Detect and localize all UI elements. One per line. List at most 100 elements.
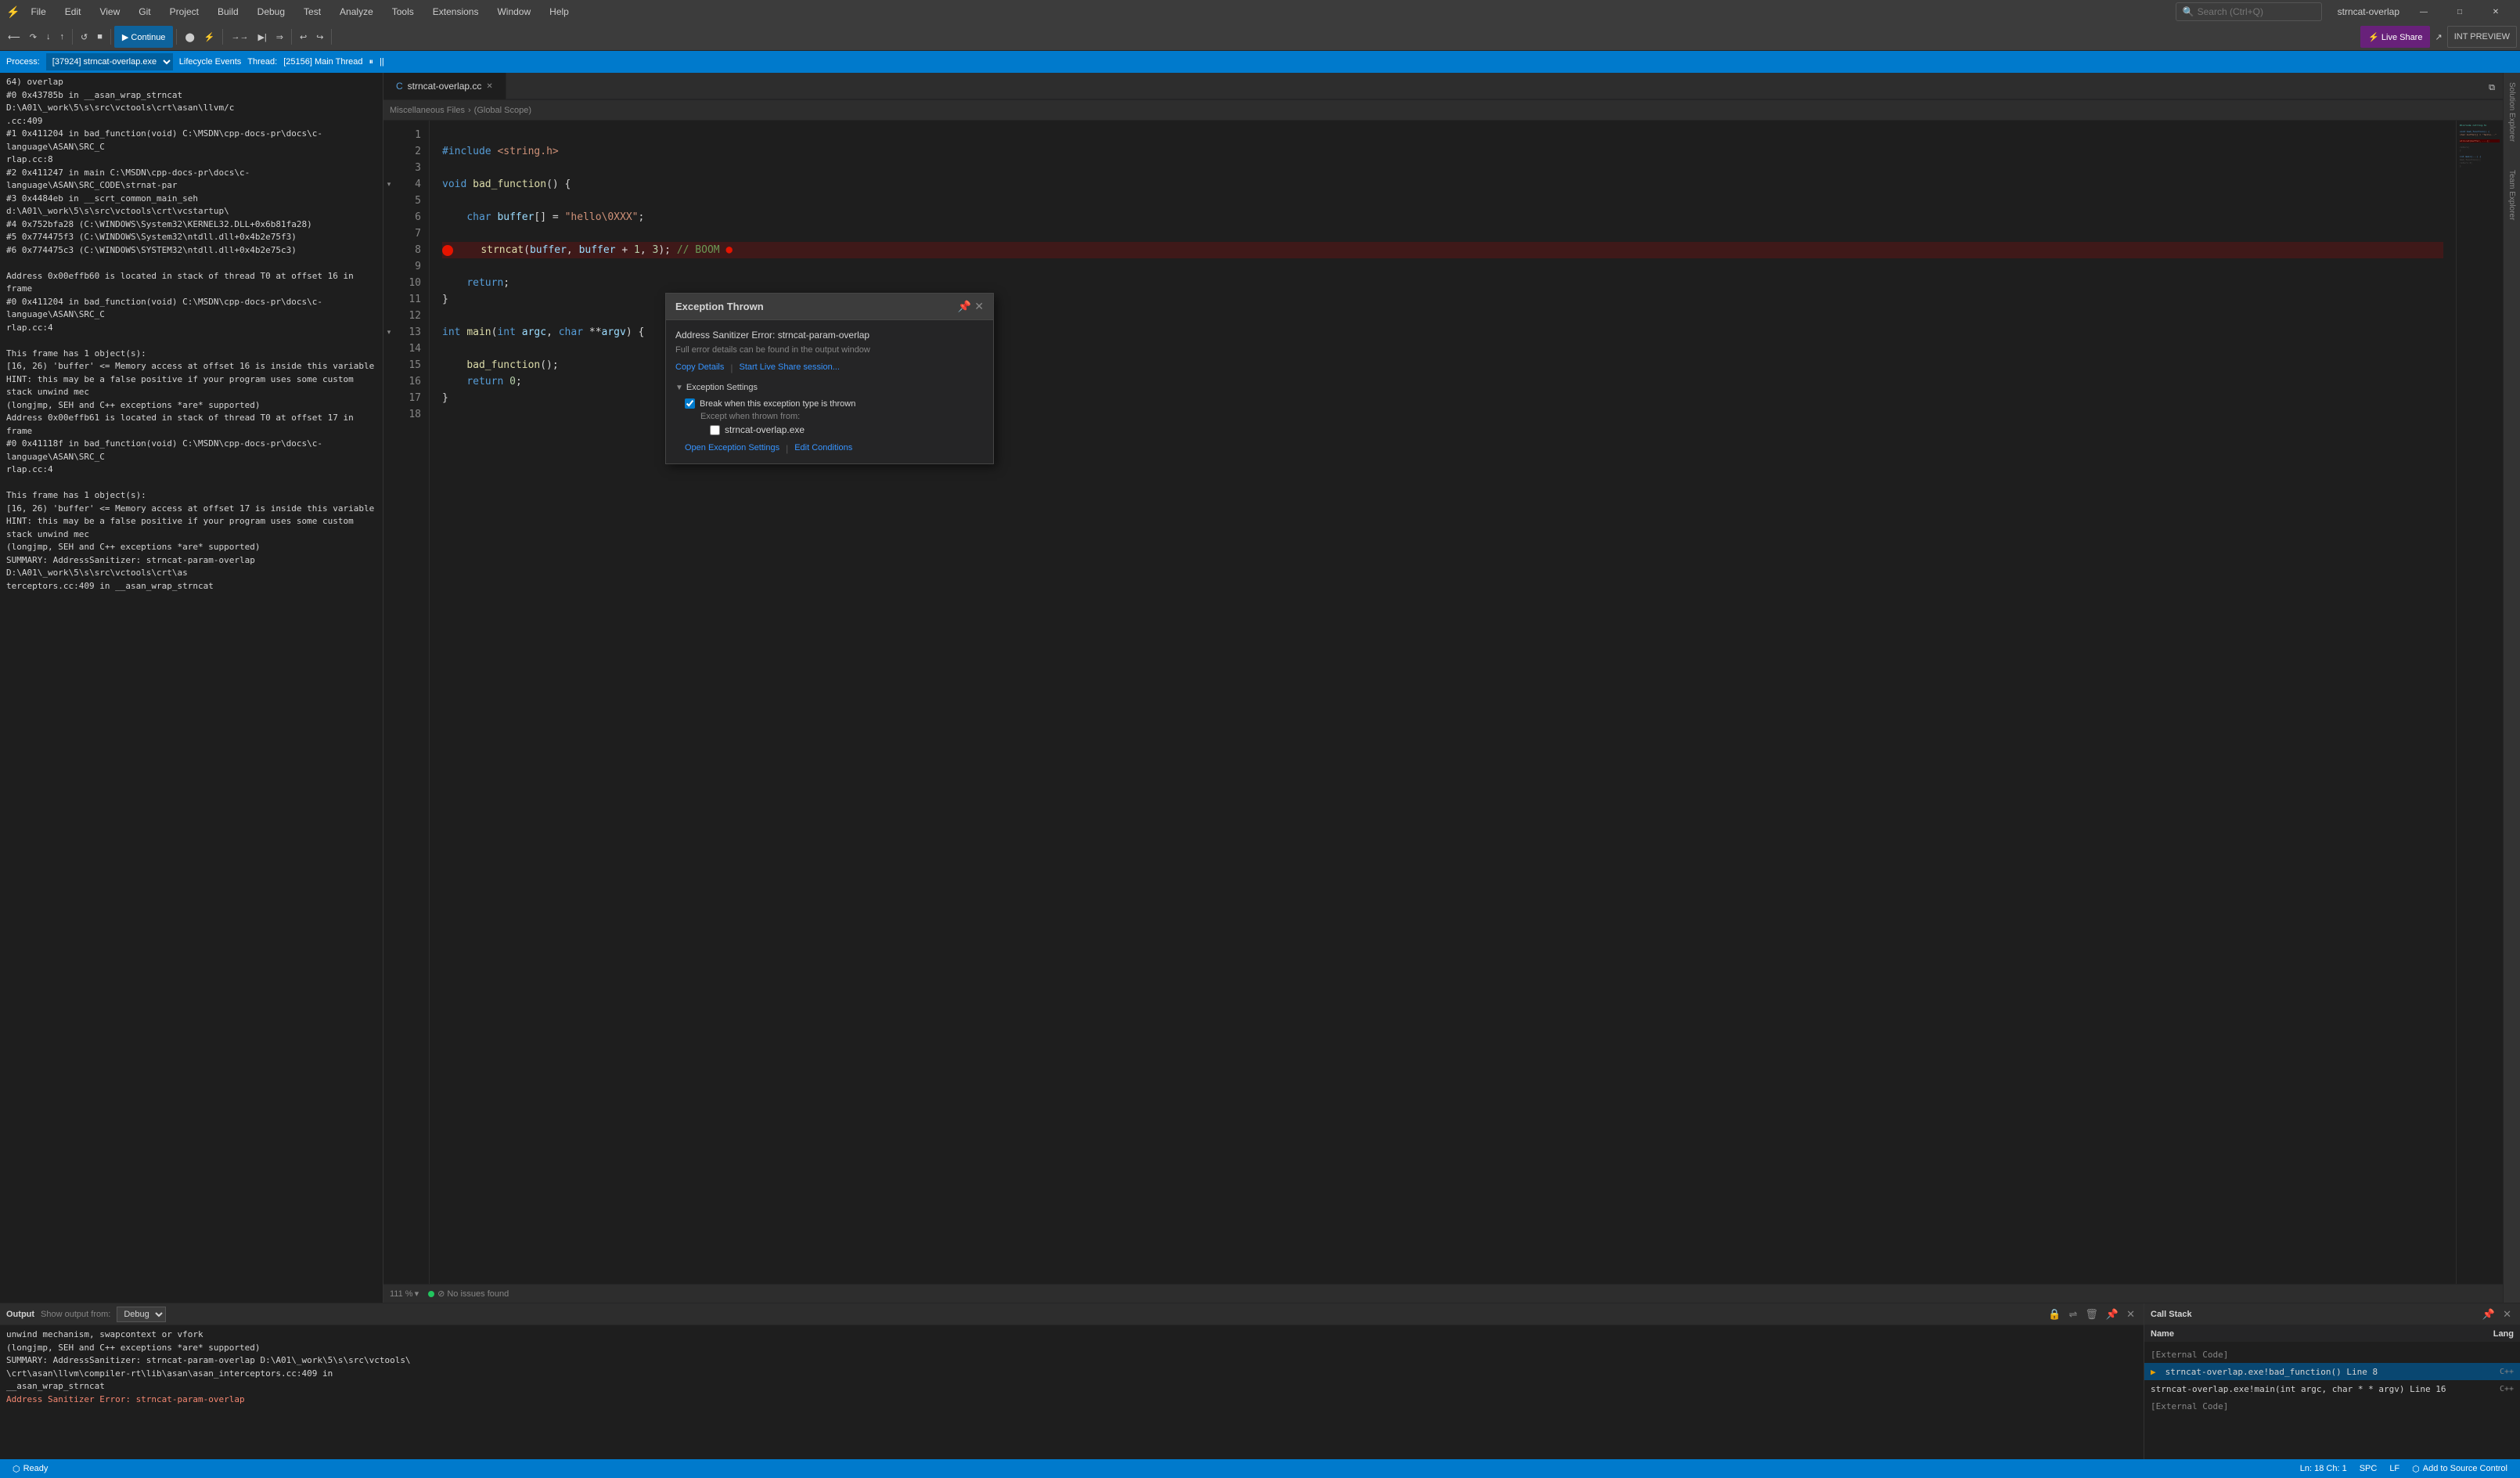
breakpoints-button[interactable]: ⬤: [180, 26, 199, 48]
output-panel-actions[interactable]: 🔒 ⇌ 🗑 📌 ✕: [2046, 1308, 2137, 1321]
callstack-content[interactable]: [External Code] ▶ strncat-overlap.exe!ba…: [2144, 1343, 2520, 1459]
callstack-pin-button[interactable]: 📌: [2480, 1308, 2497, 1321]
search-input[interactable]: [2198, 6, 2315, 17]
split-editor-button[interactable]: ⧉: [2484, 77, 2500, 99]
step-back-button[interactable]: ⟵: [3, 26, 25, 48]
console-line: [6, 334, 376, 348]
callstack-item-bad-function[interactable]: ▶ strncat-overlap.exe!bad_function() Lin…: [2144, 1363, 2520, 1380]
callstack-panel-actions[interactable]: 📌 ✕: [2480, 1308, 2514, 1321]
menu-project[interactable]: Project: [167, 5, 202, 19]
exception-dialog: Exception Thrown 📌 ✕ Address Sanitizer E…: [665, 293, 994, 464]
pin-icon[interactable]: 📌: [958, 300, 971, 313]
step-into-button[interactable]: ↓: [41, 26, 56, 48]
output-close-button[interactable]: ✕: [2124, 1308, 2137, 1321]
code-line-6: char buffer[] = "hello\0XXX";: [442, 209, 2443, 225]
lifecycle-label[interactable]: Lifecycle Events: [179, 57, 241, 67]
exceptions-button[interactable]: ⚡: [200, 26, 220, 48]
live-share-button[interactable]: ⚡ Live Share: [2360, 26, 2430, 48]
step-out-button[interactable]: ↑: [56, 26, 70, 48]
process-select[interactable]: [37924] strncat-overlap.exe: [46, 53, 173, 70]
fold-13[interactable]: ▾: [383, 324, 394, 341]
menu-test[interactable]: Test: [301, 5, 324, 19]
exe-exception-checkbox[interactable]: [710, 425, 720, 435]
open-exception-settings-link[interactable]: Open Exception Settings: [685, 443, 779, 454]
solution-explorer-icon[interactable]: Solution Explorer: [2507, 76, 2516, 148]
menu-view[interactable]: View: [96, 5, 123, 19]
menu-extensions[interactable]: Extensions: [430, 5, 482, 19]
debug-console-panel: 64) overlap #0 0x43785b in __asan_wrap_s…: [0, 73, 383, 1303]
minimap[interactable]: #include <string.h> void bad_function() …: [2456, 121, 2503, 1284]
minimize-button[interactable]: —: [2406, 0, 2442, 23]
status-line-col[interactable]: Ln: 18 Ch: 1: [2294, 1464, 2353, 1473]
close-exception-icon[interactable]: ✕: [974, 300, 984, 313]
status-source-control[interactable]: ⬡ Add to Source Control: [2406, 1464, 2514, 1474]
collapse-icon[interactable]: ▼: [675, 384, 683, 392]
menu-git[interactable]: Git: [135, 5, 153, 19]
status-ready[interactable]: ⬡ Ready: [6, 1459, 54, 1478]
maximize-button[interactable]: □: [2442, 0, 2478, 23]
continue-button[interactable]: ▶ Continue: [114, 26, 174, 48]
separator-2: [110, 29, 111, 45]
break-on-exception-setting[interactable]: Break when this exception type is thrown: [685, 398, 984, 409]
code-line-4: void bad_function() {: [442, 176, 2443, 193]
debug-console-content[interactable]: 64) overlap #0 0x43785b in __asan_wrap_s…: [0, 73, 383, 1303]
callstack-item-external-2[interactable]: [External Code]: [2144, 1397, 2520, 1415]
zoom-level[interactable]: 111 %: [390, 1289, 413, 1299]
debug-arrows-button[interactable]: →→: [226, 26, 253, 48]
redo-button[interactable]: ↪: [311, 26, 328, 48]
output-pin-button[interactable]: 📌: [2104, 1308, 2121, 1321]
stop-button[interactable]: ■: [92, 26, 107, 48]
output-source-select[interactable]: Debug: [117, 1307, 166, 1322]
output-clear-button[interactable]: 🗑: [2083, 1308, 2101, 1321]
exception-footer-links[interactable]: Open Exception Settings | Edit Condition…: [685, 443, 984, 454]
menu-tools[interactable]: Tools: [389, 5, 417, 19]
callstack-item-lang: C++: [2486, 1368, 2514, 1376]
restart-button[interactable]: ↺: [76, 26, 92, 48]
callstack-close-button[interactable]: ✕: [2500, 1308, 2514, 1321]
feedback-button[interactable]: ↗: [2430, 26, 2446, 48]
menu-edit[interactable]: Edit: [62, 5, 85, 19]
start-live-share-link[interactable]: Start Live Share session...: [739, 362, 839, 373]
console-line: #0 0x43785b in __asan_wrap_strncat D:\A0…: [6, 89, 376, 115]
menu-bar[interactable]: File Edit View Git Project Build Debug T…: [27, 5, 571, 19]
tab-close-icon[interactable]: ✕: [486, 82, 492, 91]
exception-title: Exception Thrown: [675, 301, 764, 312]
set-next-stmt-button[interactable]: ⇒: [272, 26, 288, 48]
int-preview-button[interactable]: INT PREVIEW: [2447, 26, 2517, 48]
code-area[interactable]: ▾ ▾ 12345 678910 1112131415: [383, 121, 2503, 1284]
callstack-item-main[interactable]: strncat-overlap.exe!main(int argc, char …: [2144, 1380, 2520, 1397]
menu-build[interactable]: Build: [214, 5, 242, 19]
copy-details-link[interactable]: Copy Details: [675, 362, 724, 373]
break-on-exception-checkbox[interactable]: [685, 398, 695, 409]
window-controls[interactable]: — □ ✕: [2406, 0, 2514, 23]
menu-window[interactable]: Window: [494, 5, 534, 19]
callstack-item-lang: C++: [2486, 1385, 2514, 1393]
menu-help[interactable]: Help: [546, 5, 572, 19]
pause-icon[interactable]: ⏸: [369, 57, 374, 67]
exe-exception-setting[interactable]: strncat-overlap.exe: [710, 424, 984, 435]
zoom-dropdown-icon[interactable]: ▾: [415, 1289, 419, 1299]
output-scroll-lock-button[interactable]: 🔒: [2046, 1308, 2063, 1321]
undo-button[interactable]: ↩: [295, 26, 311, 48]
callstack-panel: Call Stack 📌 ✕ Name Lang [External Code]…: [2144, 1303, 2520, 1459]
run-to-click-button[interactable]: ▶|: [253, 26, 271, 48]
team-explorer-icon[interactable]: Team Explorer: [2507, 164, 2516, 226]
menu-file[interactable]: File: [27, 5, 49, 19]
exception-settings-title[interactable]: ▼ Exception Settings: [675, 383, 984, 392]
callstack-item-external-1[interactable]: [External Code]: [2144, 1346, 2520, 1363]
breakall-icon[interactable]: ||: [380, 57, 384, 67]
exception-links[interactable]: Copy Details | Start Live Share session.…: [675, 362, 984, 373]
menu-debug[interactable]: Debug: [254, 5, 288, 19]
tab-strncat-overlap[interactable]: C strncat-overlap.cc ✕: [383, 73, 506, 99]
output-word-wrap-button[interactable]: ⇌: [2066, 1308, 2079, 1321]
exception-header-actions[interactable]: 📌 ✕: [958, 300, 984, 313]
close-button[interactable]: ✕: [2478, 0, 2514, 23]
menu-analyze[interactable]: Analyze: [337, 5, 376, 19]
fold-4[interactable]: ▾: [383, 176, 394, 193]
edit-conditions-link[interactable]: Edit Conditions: [794, 443, 852, 454]
output-content[interactable]: unwind mechanism, swapcontext or vfork (…: [0, 1325, 2144, 1459]
status-encoding[interactable]: LF: [2383, 1464, 2406, 1473]
status-spaces[interactable]: SPC: [2353, 1464, 2384, 1473]
step-over-button[interactable]: ↷: [25, 26, 41, 48]
global-search[interactable]: 🔍: [2176, 2, 2322, 21]
